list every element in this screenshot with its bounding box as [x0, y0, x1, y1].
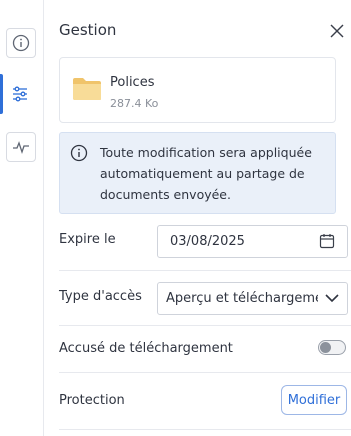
close-icon: [330, 24, 344, 38]
modify-protection-button[interactable]: Modifier: [281, 385, 347, 415]
settings-tab-button[interactable]: [6, 80, 34, 108]
file-card: Polices 287.4 Ko: [59, 57, 336, 123]
divider: [59, 325, 351, 326]
access-type-select[interactable]: Aperçu et téléchargement: [157, 282, 348, 315]
close-button[interactable]: [329, 23, 345, 39]
info-tab-button[interactable]: [6, 28, 36, 58]
download-receipt-label: Accusé de téléchargement: [59, 341, 233, 356]
divider: [59, 270, 351, 271]
toggle-knob: [320, 342, 331, 353]
file-name: Polices: [110, 75, 155, 90]
access-type-value: Aperçu et téléchargement: [166, 291, 318, 306]
sliders-icon: [13, 86, 27, 102]
protection-label: Protection: [59, 393, 125, 408]
management-panel: Gestion Polices 287.4 Ko Toute modificat…: [43, 0, 351, 436]
active-tab-indicator: [0, 74, 3, 114]
divider: [59, 429, 351, 430]
folder-icon: [73, 78, 101, 100]
expire-date-value: 03/08/2025: [170, 234, 245, 249]
chevron-down-icon: [325, 294, 339, 303]
info-icon: [12, 34, 30, 52]
file-size: 287.4 Ko: [110, 97, 159, 110]
access-type-label: Type d'accès: [59, 289, 142, 304]
expire-date-input[interactable]: 03/08/2025: [157, 225, 348, 258]
sidebar-rail: [0, 0, 44, 436]
divider: [59, 372, 351, 373]
activity-icon: [13, 141, 29, 155]
panel-title: Gestion: [59, 21, 117, 39]
info-notice: Toute modification sera appliquée automa…: [59, 132, 336, 214]
info-circle-icon: [70, 144, 88, 162]
activity-tab-button[interactable]: [6, 132, 36, 162]
info-text: Toute modification sera appliquée automa…: [100, 145, 312, 202]
expire-label: Expire le: [59, 232, 116, 247]
calendar-icon[interactable]: [319, 233, 335, 249]
download-receipt-toggle[interactable]: [318, 340, 346, 355]
